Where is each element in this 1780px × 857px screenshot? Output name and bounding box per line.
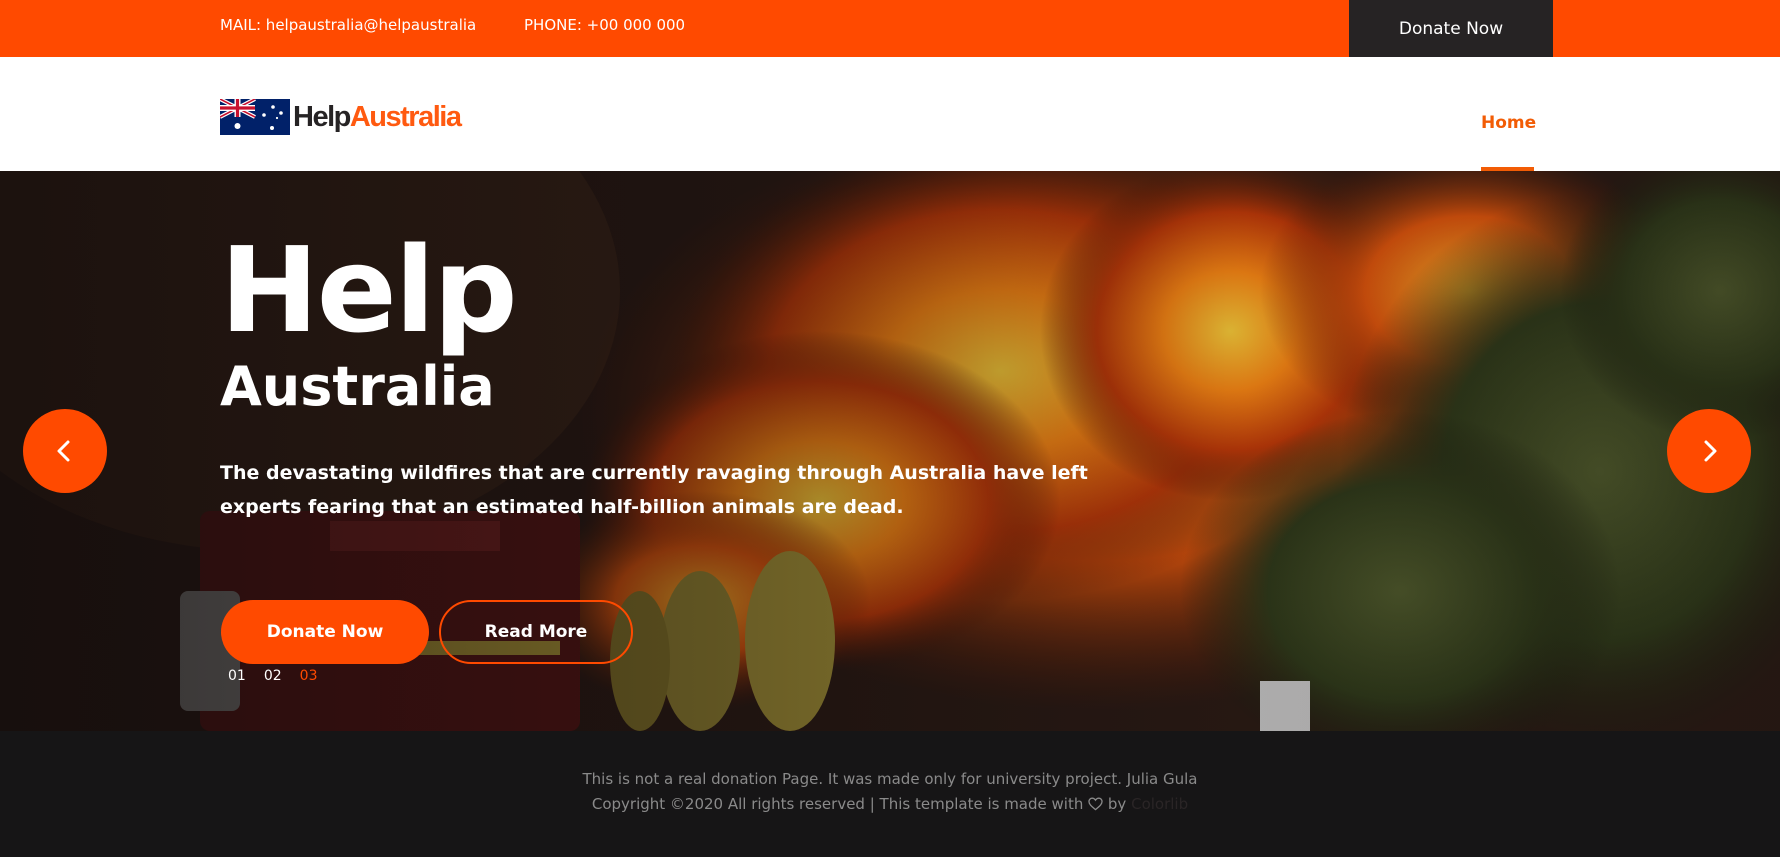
slide-indicator-03[interactable]: 03 — [300, 668, 318, 684]
hero-donate-button[interactable]: Donate Now — [221, 600, 429, 664]
top-donate-button[interactable]: Donate Now — [1349, 0, 1553, 57]
contact-email: MAIL: helpaustralia@helpaustralia — [220, 16, 477, 34]
footer-copyright: Copyright ©2020 All rights reserved | Th… — [0, 795, 1780, 813]
top-bar: MAIL: helpaustralia@helpaustralia PHONE:… — [0, 0, 1780, 57]
footer-disclaimer: This is not a real donation Page. It was… — [582, 770, 1198, 788]
next-slide-button[interactable] — [1667, 409, 1751, 493]
footer: This is not a real donation Page. It was… — [0, 731, 1780, 857]
hero-subtitle: Australia — [220, 355, 495, 418]
brand-name-part1: Help — [293, 101, 351, 133]
footer-copyright-text: Copyright ©2020 All rights reserved | Th… — [591, 795, 1084, 813]
hero-slider: Help Australia The devastating wildfires… — [0, 171, 1780, 731]
site-logo[interactable]: HelpAustralia — [220, 99, 462, 135]
australia-flag-icon — [220, 99, 290, 135]
nav-item-home[interactable]: Home — [1481, 113, 1536, 133]
footer-credit-link[interactable]: Colorlib — [1131, 795, 1188, 813]
hero-title: Help — [220, 221, 518, 359]
chevron-right-icon — [1704, 440, 1717, 462]
slide-indicator-02[interactable]: 02 — [264, 668, 282, 684]
hero-read-more-button[interactable]: Read More — [439, 600, 633, 664]
slide-indicators: 01 02 03 — [228, 668, 317, 684]
heart-icon — [1088, 797, 1103, 811]
contact-phone: PHONE: +00 000 000 — [524, 16, 686, 34]
slide-indicator-01[interactable]: 01 — [228, 668, 246, 684]
hero-description: The devastating wildfires that are curre… — [220, 462, 1088, 518]
previous-slide-button[interactable] — [23, 409, 107, 493]
brand-name: HelpAustralia — [293, 99, 462, 135]
chevron-left-icon — [57, 440, 70, 462]
footer-by-text: by — [1107, 795, 1127, 813]
brand-name-part2: Australia — [349, 101, 462, 133]
